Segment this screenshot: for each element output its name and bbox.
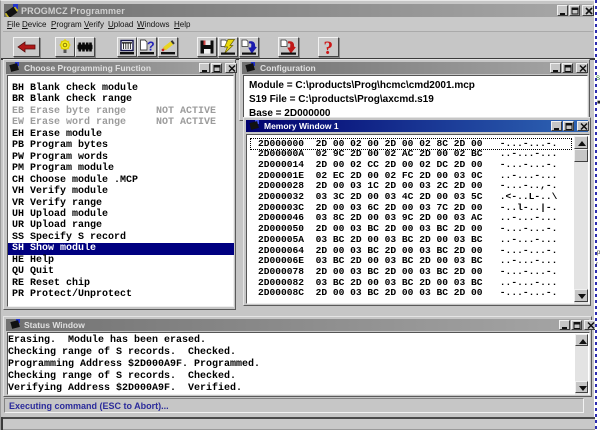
svg-text:?: ? bbox=[147, 40, 155, 54]
svg-text:?: ? bbox=[324, 38, 334, 56]
